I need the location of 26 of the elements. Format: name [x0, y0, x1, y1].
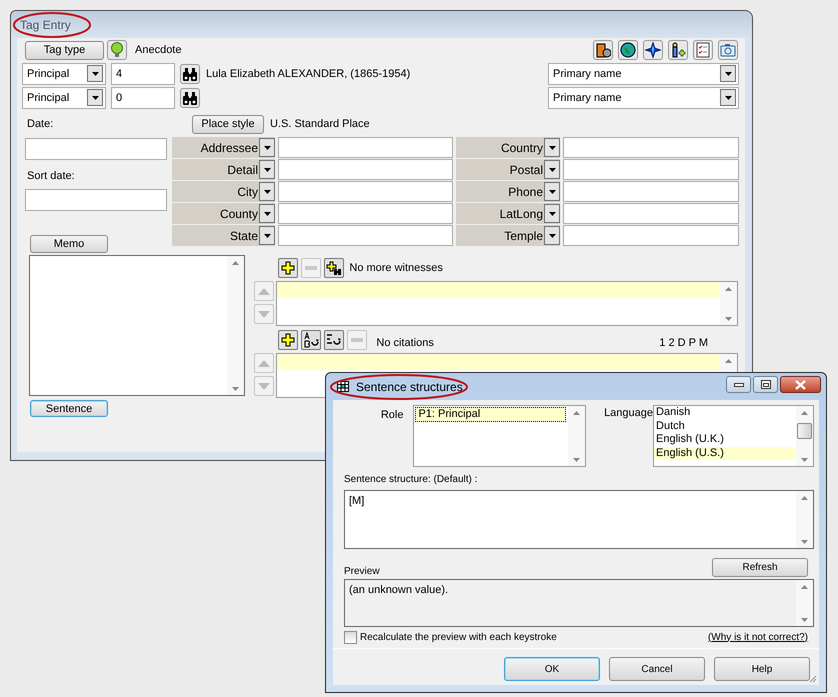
- person-name: Lula Elizabeth ALEXANDER, (1865-1954): [206, 68, 410, 80]
- window-title: Sentence structures: [356, 380, 463, 394]
- date-label: Date:: [26, 118, 54, 130]
- preview-box: (an unknown value).: [344, 579, 814, 627]
- citation-flags: 1 2 D P M: [659, 337, 708, 349]
- place-field-name: Country: [500, 140, 543, 154]
- window-title: Tag Entry: [20, 18, 71, 32]
- place-field-name: LatLong: [500, 206, 543, 220]
- place-field-name: Temple: [504, 228, 543, 242]
- place-field-name: Postal: [510, 162, 543, 176]
- role-label: Role: [380, 409, 404, 421]
- place-field-name: Detail: [227, 162, 258, 176]
- sentence-structure-label: Sentence structure: (Default) :: [344, 474, 478, 485]
- place-style-label: U.S. Standard Place: [270, 118, 370, 130]
- language-label: Language: [604, 407, 654, 419]
- citation-status: No citations: [376, 337, 434, 349]
- tag-type-label: Anecdote: [135, 44, 182, 56]
- place-field-name: State: [230, 228, 258, 242]
- preview-label: Preview: [344, 566, 380, 577]
- place-field-name: County: [220, 206, 258, 220]
- place-field-name: Addressee: [200, 140, 258, 154]
- place-field-name: City: [237, 184, 258, 198]
- checkbox-label: Recalculate the preview with each keystroke: [360, 632, 557, 642]
- place-field-name: Phone: [508, 184, 543, 198]
- witness-status: No more witnesses: [349, 262, 443, 274]
- sort-date-label: Sort date:: [27, 170, 76, 182]
